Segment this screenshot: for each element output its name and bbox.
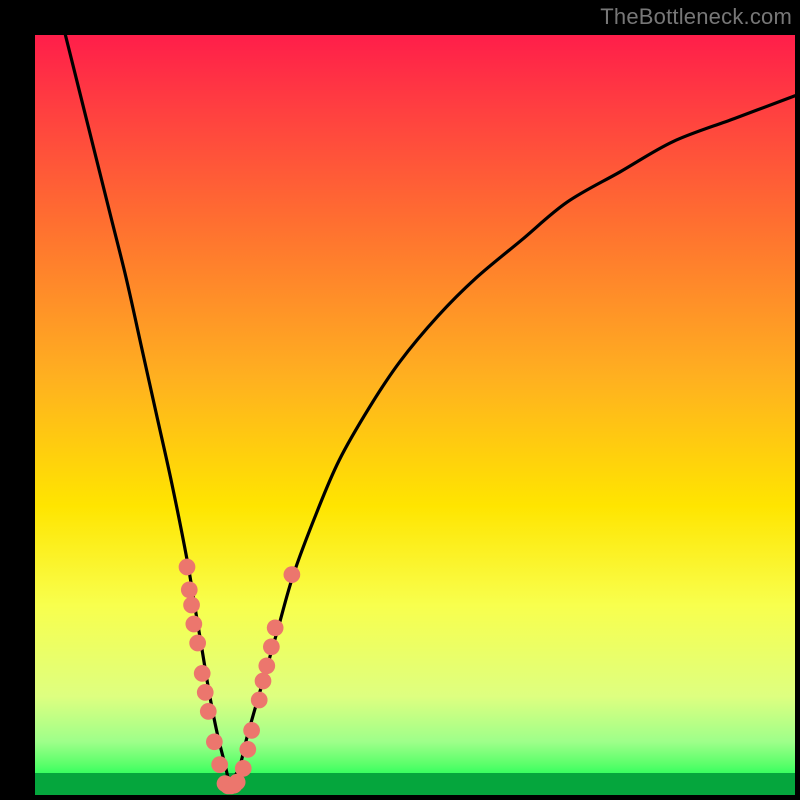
data-dot — [255, 673, 272, 690]
data-dot — [263, 638, 280, 655]
data-dot — [200, 703, 217, 720]
data-dot — [211, 756, 228, 773]
chart-svg — [35, 35, 795, 795]
data-dot — [284, 566, 301, 583]
chart-frame: TheBottleneck.com — [0, 0, 800, 800]
data-dot — [194, 665, 211, 682]
data-dot — [243, 722, 260, 739]
watermark-text: TheBottleneck.com — [600, 4, 792, 30]
data-dot — [251, 692, 268, 709]
data-dot — [267, 619, 284, 636]
data-dot — [206, 733, 223, 750]
bottleneck-curve — [65, 35, 795, 782]
data-dot — [235, 760, 252, 777]
data-dot — [189, 635, 206, 652]
data-dots — [179, 559, 301, 795]
data-dot — [179, 559, 196, 576]
data-dot — [185, 616, 202, 633]
data-dot — [258, 657, 275, 674]
data-dot — [239, 741, 256, 758]
data-dot — [181, 581, 198, 598]
data-dot — [183, 597, 200, 614]
plot-area — [35, 35, 795, 795]
data-dot — [197, 684, 214, 701]
